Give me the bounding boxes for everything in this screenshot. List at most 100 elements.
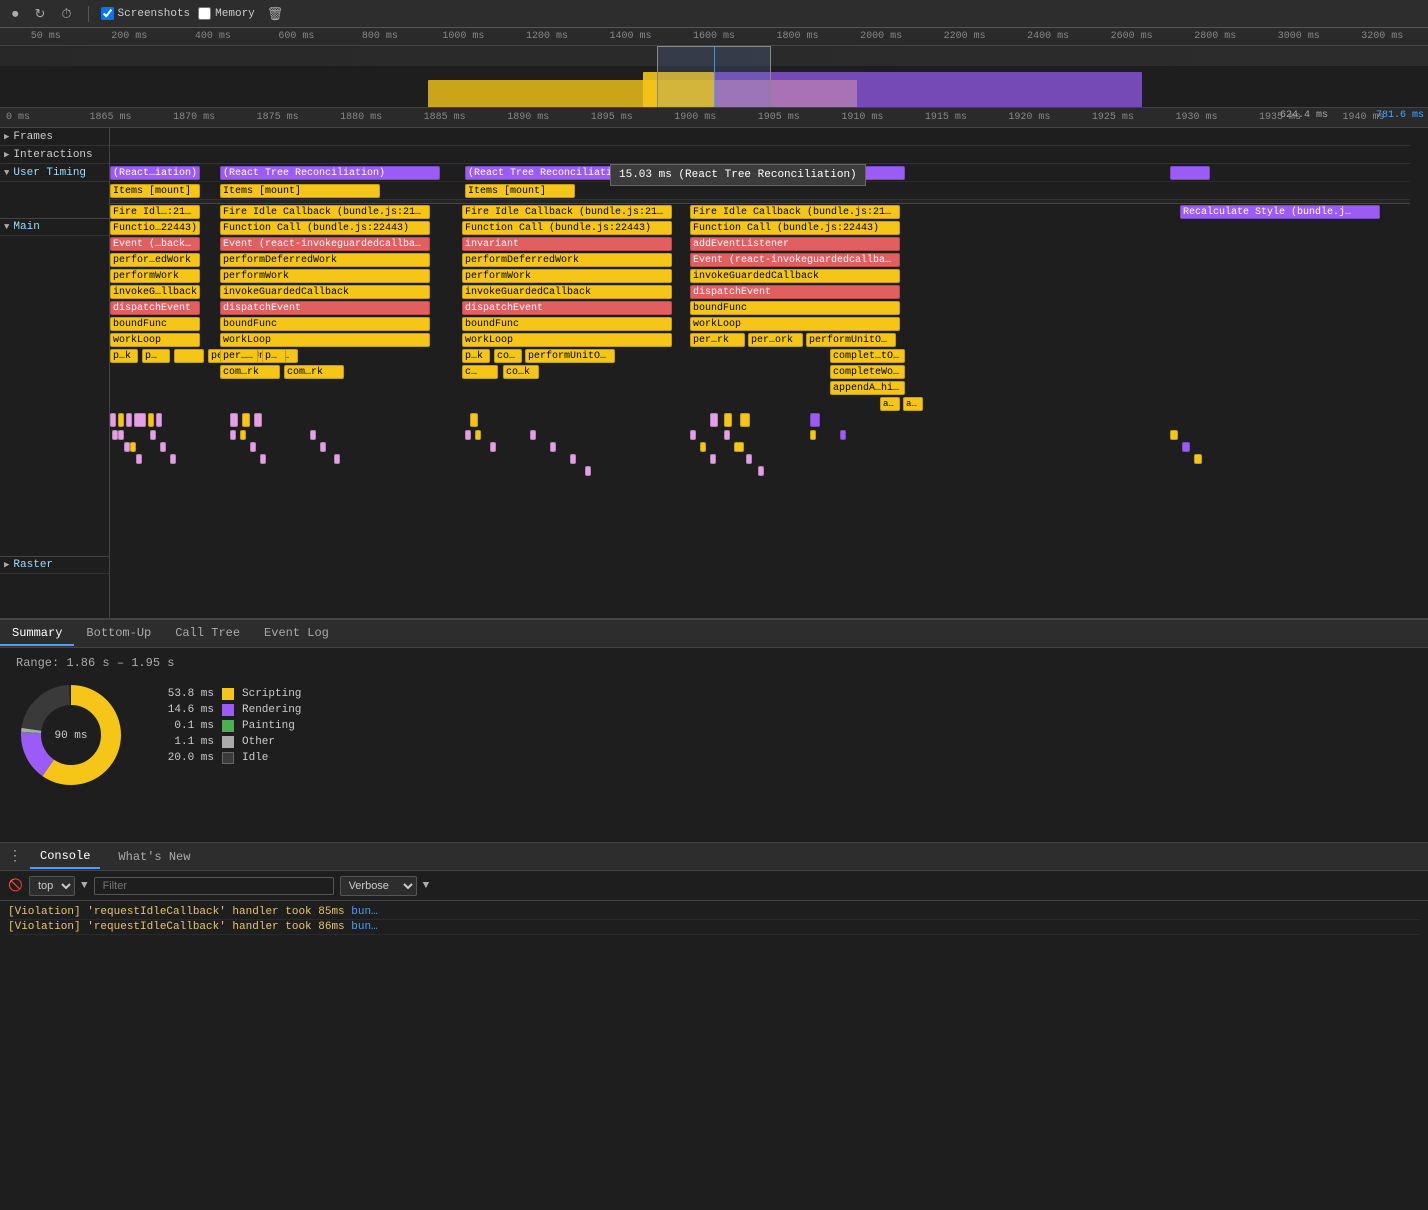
flame-area[interactable]: (React…iation) (React Tree Reconciliatio… (110, 128, 1428, 618)
deep-bar-c2-7[interactable] (334, 454, 340, 464)
sub-bar-6[interactable] (156, 413, 162, 427)
sub-bar-1[interactable] (110, 413, 116, 427)
tab-event-log[interactable]: Event Log (252, 622, 341, 646)
raster-section-header[interactable]: ▶ Raster (0, 556, 109, 574)
bar-func-call-4[interactable]: Function Call (bundle.js:22443) (690, 221, 900, 235)
user-timing-section-header[interactable]: ▼ User Timing (0, 164, 109, 182)
screenshots-checkbox-label[interactable]: Screenshots (101, 7, 191, 20)
console-tab-console[interactable]: Console (30, 845, 100, 869)
bar-event-react-4[interactable]: Event (react-invokeguardedcallback-1) (690, 253, 900, 267)
bar-pk-1[interactable]: p…k (110, 349, 138, 363)
console-output[interactable]: [Violation] 'requestIdleCallback' handle… (0, 901, 1428, 989)
bar-dispatch-e-1[interactable]: dispatchEvent (110, 301, 200, 315)
bar-perf-unit-row10b[interactable]: performUnitOfWork (525, 349, 615, 363)
filter-input[interactable] (94, 877, 334, 895)
console-line-1-link[interactable]: bun… (351, 906, 377, 918)
bar-func-call-2[interactable]: Function Call (bundle.js:22443) (220, 221, 430, 235)
screenshots-checkbox[interactable] (101, 7, 114, 20)
bar-perf-def-2[interactable]: performDeferredWork (220, 253, 430, 267)
deep-bar-c3-2[interactable] (475, 430, 481, 440)
bar-fire-idle-3[interactable]: Fire Idle Callback (bundle.js:21972) (462, 205, 672, 219)
bar-dispatch-e-4[interactable]: dispatchEvent (690, 285, 900, 299)
sub-bar-2[interactable] (118, 413, 124, 427)
interactions-section-header[interactable]: ▶ Interactions (0, 146, 109, 164)
tab-summary[interactable]: Summary (0, 622, 74, 646)
sub-bar-col2b[interactable] (242, 413, 250, 427)
bar-completework-4[interactable]: completeWork (830, 365, 905, 379)
deep-bar-6[interactable] (150, 430, 156, 440)
deep-bar-c3-3[interactable] (490, 442, 496, 452)
level-select[interactable]: Verbose Info Warnings Errors (340, 876, 417, 896)
deep-bar-c4-7[interactable] (758, 466, 764, 476)
overview-bars[interactable] (0, 46, 1428, 108)
bar-recalc[interactable]: Recalculate Style (bundle.j… (1180, 205, 1380, 219)
deep-bar-c3-6[interactable] (570, 454, 576, 464)
sub-bar-4[interactable] (134, 413, 146, 427)
flame-bar-items-mount-3[interactable]: Items [mount] (465, 184, 575, 198)
bar-bound-f-2[interactable]: boundFunc (220, 317, 430, 331)
deep-bar-c2-1[interactable] (230, 430, 236, 440)
console-line-2-link[interactable]: bun… (351, 921, 377, 933)
bar-event-back[interactable]: Event (…back-1) (110, 237, 200, 251)
deep-bar-4[interactable] (130, 442, 136, 452)
bar-invariant[interactable]: invariant (462, 237, 672, 251)
deep-bar-c3-7[interactable] (585, 466, 591, 476)
flame-bar-rtr-far[interactable] (1170, 166, 1210, 180)
bar-perf-work-1[interactable]: performWork (110, 269, 200, 283)
bar-comevent-1[interactable]: com…rk (284, 365, 344, 379)
bar-fire-idle-4[interactable]: Fire Idle Callback (bundle.js:21972) (690, 205, 900, 219)
flame-bar-items-mount-1[interactable]: Items [mount] (110, 184, 200, 198)
bar-p-2[interactable]: p… (262, 349, 286, 363)
sub-bar-col4-yellow[interactable] (740, 413, 750, 427)
sub-bar-3[interactable] (126, 413, 132, 427)
bar-invoke-guard-4[interactable]: invokeGuardedCallback (690, 269, 900, 283)
bar-fire-idle-1[interactable]: Fire Idl…:21972) (110, 205, 200, 219)
bar-pk3b[interactable]: co…k (494, 349, 522, 363)
deep-bar-c2-4[interactable] (260, 454, 266, 464)
flame-bar-react-init[interactable]: (React…iation) (110, 166, 200, 180)
bar-work-loop-1[interactable]: workLoop (110, 333, 200, 347)
bar-bound-f-3[interactable]: boundFunc (462, 317, 672, 331)
context-select[interactable]: top (29, 876, 75, 896)
deep-bar-c4-purple[interactable] (840, 430, 846, 440)
sub-bar-5[interactable] (148, 413, 154, 427)
deep-bar-c2-6[interactable] (320, 442, 326, 452)
bar-func-call-1[interactable]: Functio…22443) (110, 221, 200, 235)
bar-perf-unit-4b[interactable]: per…ork (748, 333, 803, 347)
bar-func-call-3[interactable]: Function Call (bundle.js:22443) (462, 221, 672, 235)
bar-comrk-1[interactable]: com…rk (220, 365, 280, 379)
deep-bar-c4-6[interactable] (746, 454, 752, 464)
deep-bar-c2-5[interactable] (310, 430, 316, 440)
deep-bar-c3-4[interactable] (530, 430, 536, 440)
sub-bar-col4-purple[interactable] (810, 413, 820, 427)
main-section-header[interactable]: ▼ Main (0, 218, 109, 236)
bar-perf-def-1[interactable]: perfor…edWork (110, 253, 200, 267)
bar-work-loop-4[interactable]: workLoop (690, 317, 900, 331)
devtools-menu-icon[interactable]: ⋮ (8, 848, 22, 865)
bar-cok-3[interactable]: c… (462, 365, 498, 379)
sub-bar-col2c[interactable] (254, 413, 262, 427)
sub-bar-col4[interactable] (710, 413, 718, 427)
deep-bar-c2-3[interactable] (250, 442, 256, 452)
bar-bound-func-4[interactable]: boundFunc (690, 301, 900, 315)
bar-invoke-g-3[interactable]: invokeGuardedCallback (462, 285, 672, 299)
sub-bar-col3[interactable] (470, 413, 478, 427)
bar-dispatch-e-2[interactable]: dispatchEvent (220, 301, 430, 315)
bar-perf-unit-1[interactable] (174, 349, 204, 363)
bar-invoke-g-2[interactable]: invokeGuardedCallback (220, 285, 430, 299)
bar-perf-work-3[interactable]: performWork (462, 269, 672, 283)
deep-bar-c3-1[interactable] (465, 430, 471, 440)
bar-perf-unit-4c[interactable]: performUnitOfWork (806, 333, 896, 347)
deep-bar-far-2[interactable] (1182, 442, 1190, 452)
deep-bar-c4-2[interactable] (700, 442, 706, 452)
deep-bar-far-1[interactable] (1170, 430, 1178, 440)
deep-bar-c4-yellow[interactable] (810, 430, 816, 440)
console-tab-whatsnew[interactable]: What's New (108, 846, 200, 868)
memory-checkbox[interactable] (198, 7, 211, 20)
deep-bar-c4-5[interactable] (734, 442, 744, 452)
timer-button[interactable]: ⏱ (57, 4, 75, 24)
bar-a-4b[interactable]: a… (903, 397, 923, 411)
deep-bar-5[interactable] (136, 454, 142, 464)
memory-checkbox-label[interactable]: Memory (198, 7, 255, 20)
bar-append-4[interactable]: appendA…hildren (830, 381, 905, 395)
